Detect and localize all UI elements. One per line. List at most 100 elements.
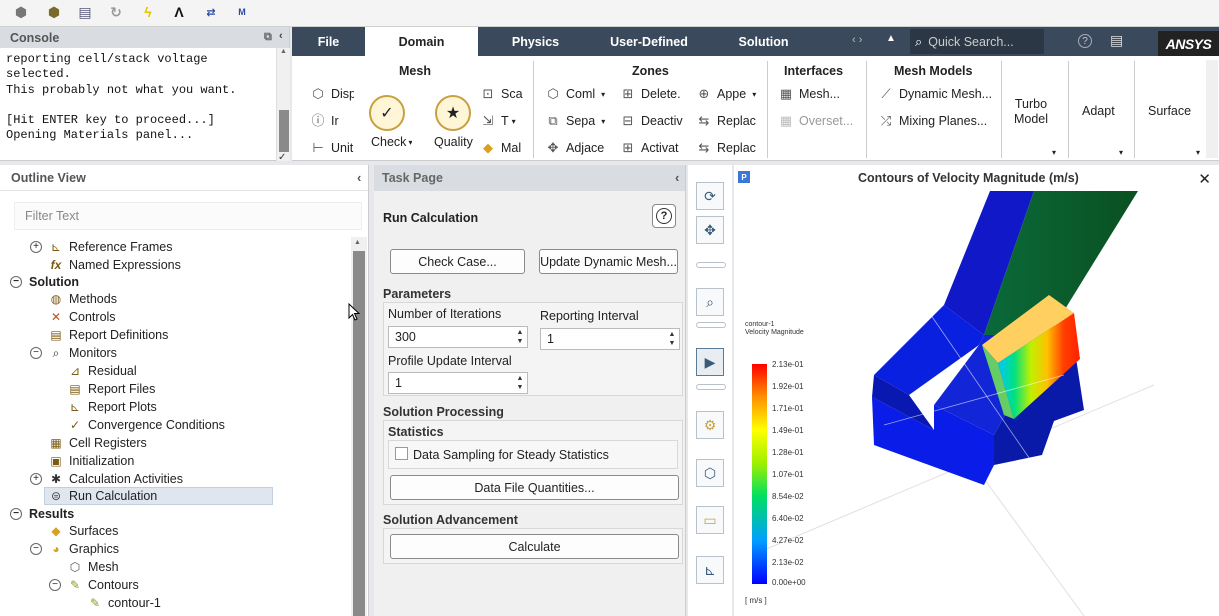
axes-plot-icon[interactable]: ⊾ [696, 556, 724, 584]
console-output[interactable]: reporting cell/stack voltage selected. Thi… [6, 52, 236, 144]
display-mesh-button[interactable]: ⬡ Disp [310, 86, 354, 102]
collapse-node-icon[interactable]: − [10, 508, 22, 520]
calculate-button[interactable]: Calculate [390, 534, 679, 559]
check-case-button[interactable]: Check Case... [390, 249, 525, 274]
tab-file[interactable]: File [292, 27, 365, 56]
turbo-model-button[interactable]: Turbo Model [1008, 97, 1054, 127]
tree-item-solution[interactable]: − Solution [10, 273, 79, 291]
dynamic-mesh-button[interactable]: ⟋ Dynamic Mesh... [878, 86, 998, 102]
write-case-icon[interactable]: ⬢ [44, 2, 64, 22]
help-button[interactable]: ? [652, 204, 676, 228]
save-icon[interactable]: ▤ [75, 2, 95, 22]
expand-icon[interactable]: + [30, 241, 42, 253]
info-button[interactable]: ⓘ Ir [310, 113, 354, 129]
tree-item-graphics[interactable]: − ◕ Graphics [30, 540, 119, 558]
swap-icon[interactable]: ⇄ [201, 2, 221, 22]
help-icon[interactable]: ? [1078, 34, 1092, 48]
append-button[interactable]: ⊕ Appe ▾ [696, 86, 762, 102]
ansys-logo-icon[interactable]: Λ [169, 2, 189, 22]
tree-item-run-calculation[interactable]: ⊜ Run Calculation [44, 487, 273, 505]
dropdown-icon[interactable]: ▾ [1052, 148, 1056, 157]
collapse-node-icon[interactable]: − [10, 276, 22, 288]
console-scroll-thumb[interactable] [279, 110, 289, 152]
check-button[interactable]: Check ▾ [371, 135, 412, 149]
tree-item-report-plots[interactable]: ⊾ Report Plots [68, 398, 157, 416]
dropdown-icon[interactable]: ▾ [1119, 148, 1123, 157]
spinner-arrows-icon[interactable]: ▲ ▼ [667, 330, 677, 348]
outline-scrollbar[interactable]: ▲ [351, 237, 367, 616]
tree-item-monitors[interactable]: − ⌕ Monitors [30, 344, 117, 362]
separate-button[interactable]: ⧉ Sepa ▾ [545, 113, 611, 129]
dropdown-icon[interactable]: ▾ [1196, 148, 1200, 157]
data-sampling-checkbox[interactable] [395, 447, 408, 460]
tab-domain[interactable]: Domain [365, 27, 478, 56]
tab-physics[interactable]: Physics [478, 27, 593, 56]
tree-item-surfaces[interactable]: ◆ Surfaces [49, 522, 118, 540]
spinner-arrows-icon[interactable]: ▲ ▼ [515, 374, 525, 392]
tree-item-named-expressions[interactable]: fx Named Expressions [49, 256, 181, 274]
data-file-quantities-button[interactable]: Data File Quantities... [390, 475, 679, 500]
isometric-view-icon[interactable]: ⬡ [696, 459, 724, 487]
quality-button[interactable]: Quality [434, 135, 473, 149]
units-button[interactable]: ⊢ Unit [310, 140, 354, 156]
collapse-node-icon[interactable]: − [30, 543, 42, 555]
collapse-node-icon[interactable]: − [30, 347, 42, 359]
notes-icon[interactable]: ▤ [1110, 32, 1123, 49]
collapse-node-icon[interactable]: − [49, 579, 61, 591]
spinner-arrows-icon[interactable]: ▲ ▼ [515, 328, 525, 346]
adjacency-button[interactable]: ✥ Adjace [545, 140, 611, 156]
delete-button[interactable]: ⊞ Delete. [620, 86, 683, 102]
make-polyhedra-button[interactable]: ◆ Mal [480, 140, 524, 156]
tree-item-cell-registers[interactable]: ▦ Cell Registers [49, 434, 146, 452]
tree-item-contour-1[interactable]: ✎ contour-1 [88, 594, 161, 612]
reload-icon[interactable]: ↻ [106, 2, 126, 22]
collapse-icon[interactable]: ‹ [675, 170, 679, 185]
pan-icon[interactable]: ✥ [696, 216, 724, 244]
tree-item-mesh[interactable]: ⬡ Mesh [68, 558, 119, 576]
console-scrollbar[interactable]: ▲ ✓ [276, 48, 290, 163]
replace-zone-button[interactable]: ⇆ Replac [696, 140, 762, 156]
update-dynamic-mesh-button[interactable]: Update Dynamic Mesh... [539, 249, 678, 274]
replace-mesh-button[interactable]: ⇆ Replac [696, 113, 762, 129]
tree-item-report-files[interactable]: ▤ Report Files [68, 380, 155, 398]
filter-text-input[interactable]: Filter Text [14, 202, 362, 230]
activate-button[interactable]: ⊞ Activat [620, 140, 683, 156]
combine-button[interactable]: ⬡ Coml ▾ [545, 86, 611, 102]
expand-icon[interactable]: + [30, 473, 42, 485]
graphics-window[interactable]: P Contours of Velocity Magnitude (m/s) ✕ [734, 165, 1219, 616]
rotate-icon[interactable]: ⟳ [696, 182, 724, 210]
transform-button[interactable]: ⇲ T ▾ [480, 113, 524, 129]
mesh-interfaces-button[interactable]: ▦ Mesh... [778, 86, 868, 102]
collapse-icon[interactable]: ‹ [357, 170, 361, 185]
probe-icon[interactable]: ▶ [696, 348, 724, 376]
adapt-button[interactable]: Adapt [1082, 104, 1115, 118]
surface-button[interactable]: Surface [1148, 104, 1191, 118]
tab-solution[interactable]: Solution [705, 27, 822, 56]
display-options-icon[interactable]: ⚙ [696, 411, 724, 439]
toolbar-expand-icon[interactable] [696, 384, 726, 390]
reporting-interval-input[interactable]: 1 ▲ ▼ [540, 328, 680, 350]
tree-item-contours[interactable]: − ✎ Contours [49, 576, 139, 594]
scroll-up-icon[interactable]: ▲ [278, 48, 289, 58]
profile-update-input[interactable]: 1 ▲ ▼ [388, 372, 528, 394]
collapse-icon[interactable]: ‹ [279, 30, 283, 42]
overset-button[interactable]: ▦ Overset... [778, 113, 868, 129]
quick-search-input[interactable]: ⌕ Quick Search... [910, 29, 1044, 54]
toolbar-expand-icon[interactable] [696, 262, 726, 268]
scale-button[interactable]: ⊡ Sca [480, 86, 524, 102]
iterations-input[interactable]: 300 ▲ ▼ [388, 326, 528, 348]
lights-icon[interactable]: ▭ [696, 506, 724, 534]
tab-scroll-icon[interactable]: ‹ › [852, 34, 862, 46]
tree-item-results[interactable]: − Results [10, 505, 74, 523]
ribbon-scrollbar[interactable] [1206, 60, 1218, 158]
tree-item-calculation-activities[interactable]: + ✱ Calculation Activities [30, 470, 183, 488]
tree-item-initialization[interactable]: ▣ Initialization [49, 452, 134, 470]
scroll-up-icon[interactable]: ▲ [354, 239, 361, 246]
deactivate-button[interactable]: ⊟ Deactiv [620, 113, 683, 129]
tree-item-report-definitions[interactable]: ▤ Report Definitions [49, 326, 168, 344]
toolbar-expand-icon[interactable] [696, 322, 726, 328]
tree-item-convergence-conditions[interactable]: ✓ Convergence Conditions [68, 416, 225, 434]
undock-icon[interactable]: ⧉ [264, 31, 272, 44]
tree-item-controls[interactable]: ✕ Controls [49, 308, 116, 326]
tree-item-methods[interactable]: ◍ Methods [49, 290, 117, 308]
